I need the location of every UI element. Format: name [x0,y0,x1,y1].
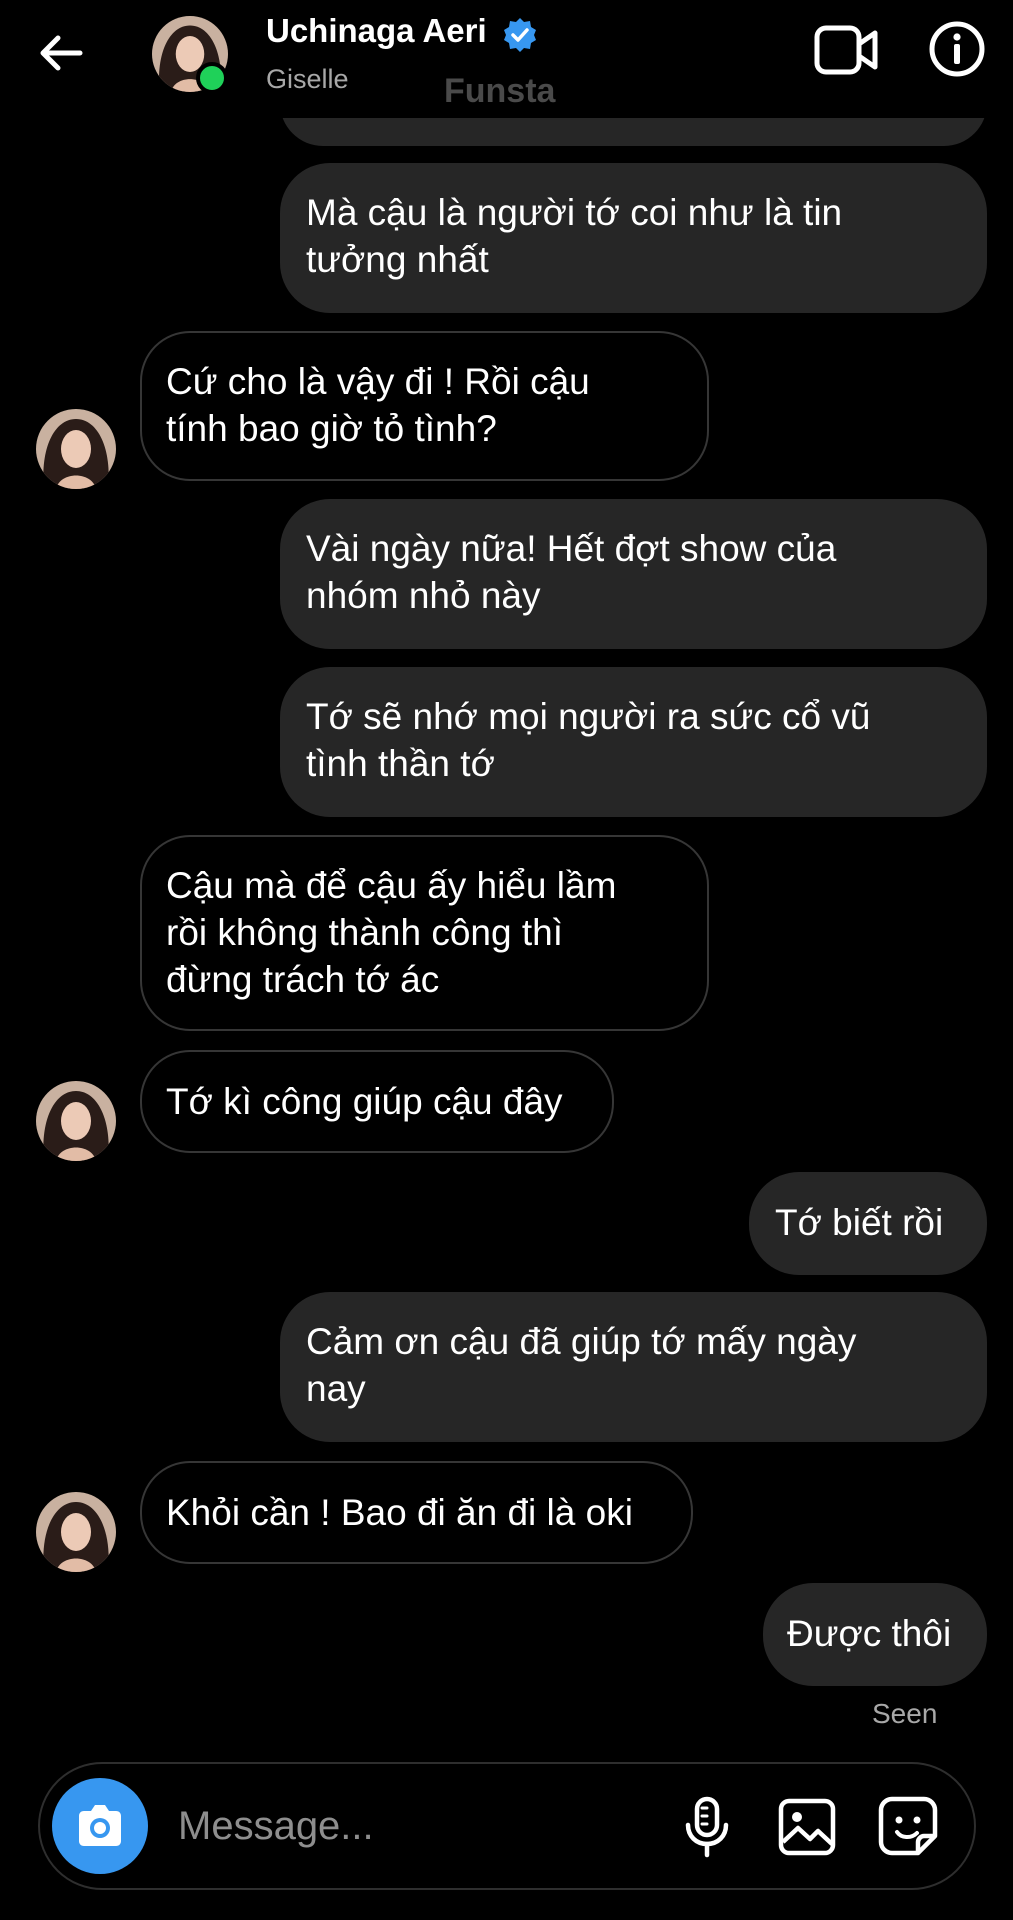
message-line: rồi không thành công thì [166,912,564,953]
message-line: Cậu mà để cậu ấy hiểu lầm [166,865,617,906]
online-status-dot [196,62,228,94]
microphone-icon[interactable] [680,1796,734,1858]
overlay-label: Funsta [444,72,556,110]
message-line: Vài ngày nữa! Hết đợt show của [306,528,837,569]
message-input[interactable] [176,1790,660,1862]
chat-header: Uchinaga Aeri Giselle Funsta [0,0,1013,118]
message-line: Tớ biết rồi [775,1202,944,1243]
info-icon[interactable] [928,20,986,78]
message-line: Tớ kì công giúp cậu đây [166,1081,563,1122]
video-call-icon[interactable] [814,22,878,78]
message-line: tính bao giờ tỏ tình? [166,408,497,449]
message-line: đừng trách tớ ác [166,959,440,1000]
message-line: tưởng nhất [306,239,489,280]
back-arrow-icon[interactable] [36,28,86,78]
message-line: Tớ sẽ nhớ mọi người ra sức cổ vũ [306,696,871,737]
message-bubble-sent[interactable]: Tớ sẽ nhớ mọi người ra sức cổ vũ tình th… [280,667,987,817]
message-bubble-sent[interactable]: Tớ biết rồi [749,1172,987,1275]
message-bubble-sent[interactable]: Vài ngày nữa! Hết đợt show của nhóm nhỏ … [280,499,987,649]
message-line: Cứ cho là vậy đi ! Rồi cậu [166,361,590,402]
message-line: tình thần tớ [306,743,495,784]
sender-avatar[interactable] [36,409,116,489]
verified-badge-icon [504,18,536,52]
sender-avatar[interactable] [36,1492,116,1572]
sender-avatar[interactable] [36,1081,116,1161]
message-bubble-received[interactable]: Cậu mà để cậu ấy hiểu lầm rồi không thàn… [140,835,709,1031]
message-line: Mà cậu là người tớ coi như là tin [306,192,843,233]
message-bubble-received[interactable]: Tớ kì công giúp cậu đây [140,1050,614,1153]
message-line: Cảm ơn cậu đã giúp tớ mấy ngày [306,1321,857,1362]
gallery-icon[interactable] [778,1798,836,1856]
message-line: Được thôi [787,1613,952,1654]
message-bubble-sent[interactable]: Mà cậu là người tớ coi như là tin tưởng … [280,163,987,313]
contact-username: Giselle [266,64,349,94]
seen-status: Seen [872,1698,938,1729]
message-line: nhóm nhỏ này [306,575,541,616]
camera-icon [79,1805,121,1846]
message-bubble-received[interactable]: Khỏi cần ! Bao đi ăn đi là oki [140,1461,693,1564]
message-bubble-received[interactable]: Cứ cho là vậy đi ! Rồi cậu tính bao giờ … [140,331,709,481]
message-bubble-sent[interactable]: Được thôi [763,1583,987,1686]
message-line: nay [306,1368,366,1409]
contact-name[interactable]: Uchinaga Aeri [266,12,487,50]
message-bubble-sent[interactable]: Cảm ơn cậu đã giúp tớ mấy ngày nay [280,1292,987,1442]
sticker-icon[interactable] [878,1796,938,1856]
message-line: Khỏi cần ! Bao đi ăn đi là oki [166,1492,633,1533]
camera-button[interactable] [52,1778,148,1874]
